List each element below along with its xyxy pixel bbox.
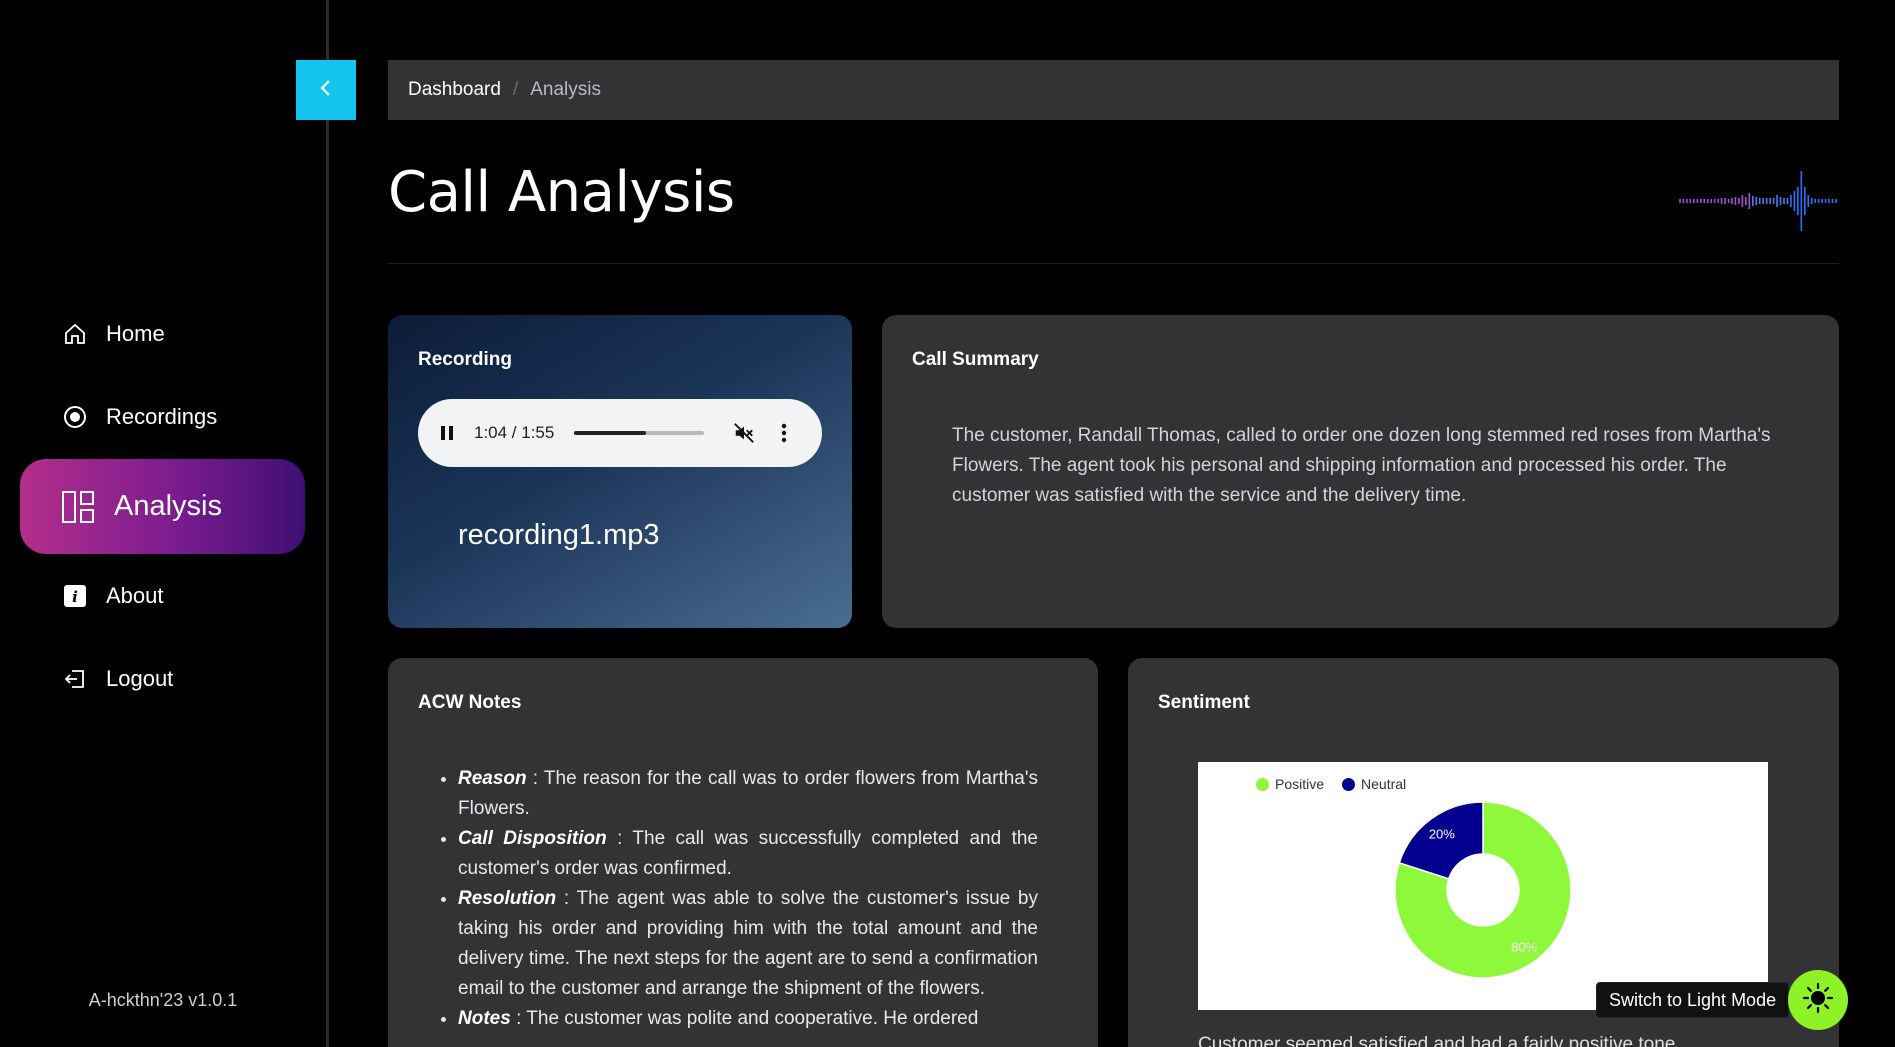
donut-chart: 80% 20% [1394,801,1572,979]
sidebar-item-home[interactable]: Home [20,296,305,372]
title-divider [388,263,1839,264]
recording-card: Recording 1:04 / 1:55 recording1.mp3 [388,315,852,628]
recording-filename: recording1.mp3 [458,519,660,551]
svg-text:i: i [72,588,78,606]
acw-note-text: : The reason for the call was to order f… [458,768,1038,819]
acw-note-label: Call Disposition [458,828,607,849]
acw-note-item: Notes : The customer was polite and coop… [458,1004,1038,1034]
sentiment-title: Sentiment [1158,692,1250,713]
sidebar-item-about[interactable]: i About [20,558,305,634]
breadcrumb-current: Analysis [530,79,601,100]
donut-data-label: 20% [1429,826,1455,841]
acw-notes-list: Reason : The reason for the call was to … [458,764,1038,1034]
sidebar-item-recordings[interactable]: Recordings [20,379,305,455]
app-version: A-hckthn'23 v1.0.1 [88,990,238,1010]
player-progress-fill [574,431,646,435]
call-summary-card: Call Summary The customer, Randall Thoma… [882,315,1839,628]
sidebar-item-analysis[interactable]: Analysis [20,459,305,554]
player-time: 1:04 / 1:55 [474,423,555,442]
page-title: Call Analysis [388,160,735,225]
sun-icon [1802,982,1834,1019]
home-icon [62,321,88,347]
call-summary-title: Call Summary [912,349,1039,370]
pause-icon[interactable] [436,422,458,444]
breadcrumb-separator: / [512,79,519,100]
collapse-sidebar-button[interactable] [296,60,356,120]
acw-note-item: Call Disposition : The call was successf… [458,824,1038,884]
logout-icon [62,666,88,692]
theme-toggle-tooltip: Switch to Light Mode [1596,982,1790,1018]
sentiment-caption: Customer seemed satisfied and had a fair… [1198,1034,1681,1047]
acw-note-label: Resolution [458,888,557,909]
sidebar-item-label: Analysis [114,490,222,522]
acw-note-label: Reason [458,768,527,789]
breadcrumb: Dashboard / Analysis [388,60,1839,120]
app-logo [84,105,243,218]
breadcrumb-dashboard[interactable]: Dashboard [408,79,501,101]
audio-player: 1:04 / 1:55 [418,399,822,467]
sidebar-item-label: Recordings [106,404,218,429]
waveform-decoration [1679,171,1837,231]
sidebar: Home Recordings Analysis i About Logout … [0,0,329,1047]
info-icon: i [62,583,88,609]
sidebar-item-logout[interactable]: Logout [20,641,305,717]
acw-note-text: : The customer was polite and cooperativ… [510,1008,979,1029]
acw-note-label: Notes [458,1008,511,1029]
acw-note-item: Reason : The reason for the call was to … [458,764,1038,824]
call-summary-text: The customer, Randall Thomas, called to … [952,425,1771,506]
acw-note-item: Resolution : The agent was able to solve… [458,884,1038,1004]
acw-notes-title: ACW Notes [418,692,522,713]
more-options-icon[interactable] [774,421,794,445]
sidebar-item-label: Logout [106,666,174,691]
theme-toggle-button[interactable] [1788,970,1848,1030]
sidebar-item-label: Home [106,321,165,346]
dashboard-icon [60,489,96,525]
acw-notes-card: ACW Notes Reason : The reason for the ca… [388,658,1098,1047]
player-progress-bar[interactable] [574,431,705,435]
muted-speaker-icon[interactable] [732,421,756,445]
record-icon [62,404,88,430]
chevron-left-icon [318,78,334,103]
recording-card-title: Recording [418,349,512,370]
donut-data-label: 80% [1511,940,1537,955]
sentiment-chart: Positive Neutral 80% 20% [1198,762,1768,1010]
sidebar-item-label: About [106,583,164,608]
